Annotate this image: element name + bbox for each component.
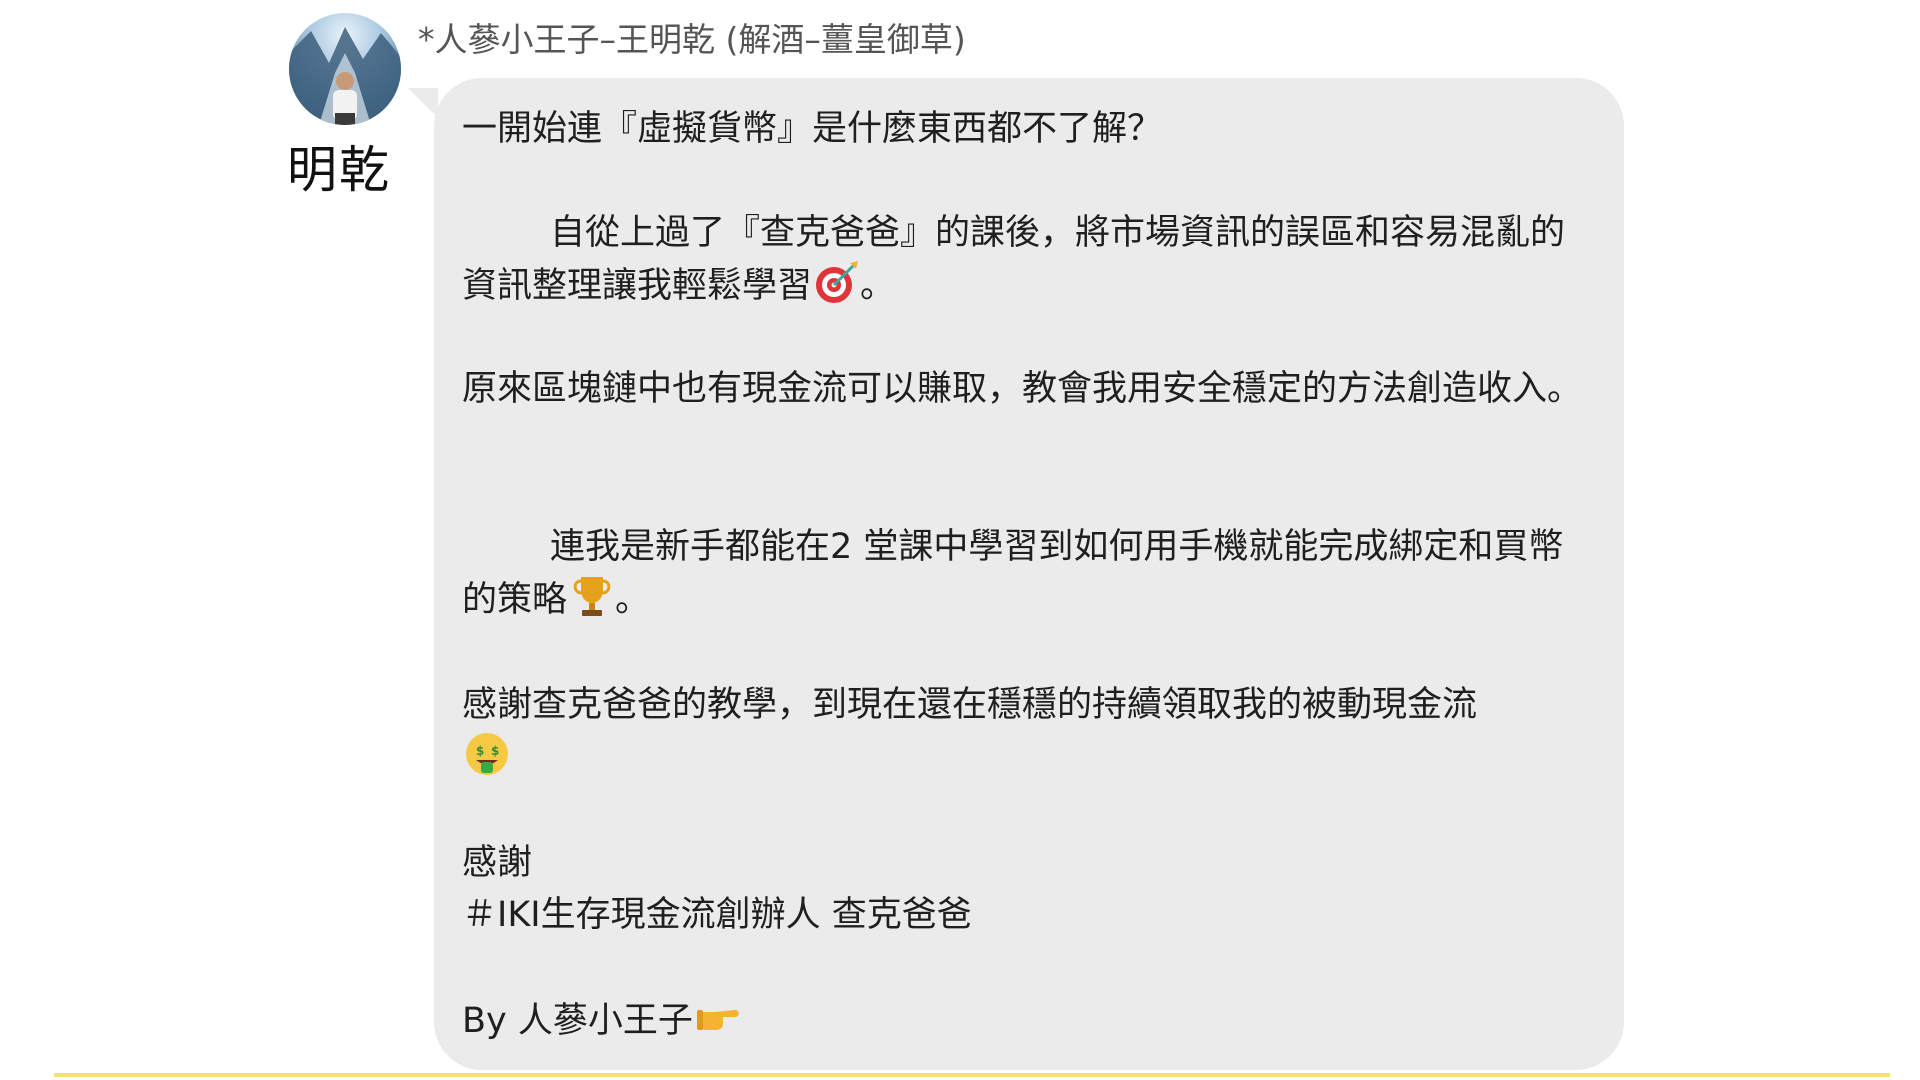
message-signature: By 人蔘小王子 <box>462 994 1592 1047</box>
trophy-icon <box>573 577 611 616</box>
sender-short-name: 明乾 <box>287 141 391 199</box>
bubble-tail <box>408 88 438 118</box>
pointing-right-icon <box>696 1010 739 1030</box>
direct-hit-icon <box>816 261 859 303</box>
svg-text:$: $ <box>491 744 499 758</box>
sender-full-name: *人蔘小王子–王明乾 (解酒–薑皇御草) <box>418 20 966 59</box>
message-paragraph-5: 感謝查克爸爸的教學，到現在還在穩穩的持續領取我的被動現金流 $ $ <box>462 679 1592 784</box>
money-mouth-face-icon: $ $ <box>466 733 508 775</box>
divider-line <box>54 1073 1890 1077</box>
avatar-photo-icon <box>289 27 401 125</box>
message-paragraph-1: 一開始連『虛擬貨幣』是什麼東西都不了解？ <box>462 109 1163 149</box>
message-paragraph-4: 連我是新手都能在2 堂課中學習到如何用手機就能完成綁定和買幣的策略。 <box>462 527 1564 620</box>
message-paragraph-3: 原來區塊鏈中也有現金流可以賺取，教會我用安全穩定的方法創造收入。 <box>462 369 1583 409</box>
message-paragraph-6: 感謝 ＃IKI生存現金流創辦人 查克爸爸 <box>462 843 972 935</box>
svg-text:$: $ <box>476 744 484 758</box>
avatar[interactable] <box>289 13 401 125</box>
message-paragraph-2: 自從上過了『查克爸爸』的課後，將市場資訊的誤區和容易混亂的資訊整理讓我輕鬆學習。 <box>462 213 1566 306</box>
